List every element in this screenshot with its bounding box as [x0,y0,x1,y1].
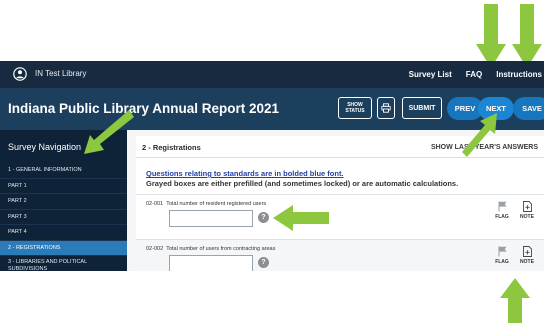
question-text: Total number of resident registered user… [166,201,267,207]
sidebar-item-part-1[interactable]: PART 1 [0,179,127,194]
annotation-arrow-icon [476,4,506,68]
question-code: 02-002 [146,246,164,252]
print-button[interactable] [377,97,395,119]
resident-registered-users-input[interactable] [169,210,253,227]
top-bar: IN Test Library Survey List FAQ Instruct… [0,61,544,88]
show-status-button[interactable]: SHOW STATUS [338,97,372,119]
sidebar-item-part-2[interactable]: PART 2 [0,194,127,210]
sidebar-item-part-3[interactable]: PART 3 [0,210,127,225]
library-name: IN Test Library [35,69,87,78]
note-button[interactable]: NOTE [519,201,535,220]
top-links: Survey List FAQ Instructions [409,61,544,88]
note-add-icon [522,246,532,257]
section-title: 2 - Registrations [142,143,201,152]
annotation-arrow-icon [500,278,530,323]
instructions-link[interactable]: Instructions [496,70,542,79]
submit-button[interactable]: SUBMIT [402,97,442,119]
sidebar-item-registrations[interactable]: 2 - REGISTRATIONS [0,240,127,256]
help-icon[interactable]: ? [258,212,269,223]
sidebar-item-part-4[interactable]: PART 4 [0,225,127,241]
user-circle-icon[interactable] [13,67,27,81]
flag-icon [498,246,506,257]
question-code: 02-001 [146,201,164,207]
note-button[interactable]: NOTE [519,246,535,265]
annotation-arrow-icon [512,4,542,68]
annotation-arrow-icon [273,205,329,231]
flag-icon [498,201,506,212]
contracting-area-users-input[interactable] [169,255,253,271]
note-add-icon [522,201,532,212]
flag-button[interactable]: FLAG [494,201,510,220]
standards-note: Questions relating to standards are in b… [146,169,344,178]
save-button[interactable]: SAVE [513,97,544,120]
flag-label: FLAG [495,214,509,220]
question-label: 02-001 Total number of resident register… [146,201,266,207]
survey-app: IN Test Library Survey List FAQ Instruct… [0,61,544,271]
help-icon[interactable]: ? [258,257,269,268]
note-label: NOTE [520,214,534,220]
question-row: 02-002 Total number of users from contra… [136,239,544,271]
survey-list-link[interactable]: Survey List [409,70,452,79]
flag-label: FLAG [495,259,509,265]
flag-button[interactable]: FLAG [494,246,510,265]
sidebar-list: 1 - GENERAL INFORMATION PART 1 PART 2 PA… [0,163,127,271]
report-title: Indiana Public Library Annual Report 202… [8,101,280,116]
question-label: 02-002 Total number of users from contra… [146,246,275,252]
question-row: 02-001 Total number of resident register… [136,194,544,238]
grayed-boxes-note: Grayed boxes are either prefilled (and s… [146,179,459,188]
annotation-arrow-icon [84,110,134,154]
note-label: NOTE [520,259,534,265]
sidebar-item-libraries-political-subdivisions[interactable]: 3 - LIBRARIES AND POLITICAL SUBDIVISIONS [0,256,127,271]
print-icon [381,103,391,113]
sidebar-item-general-information[interactable]: 1 - GENERAL INFORMATION [0,163,127,179]
question-text: Total number of users from contracting a… [166,246,276,252]
faq-link[interactable]: FAQ [466,70,482,79]
annotation-arrow-icon [462,113,497,157]
sidebar-title: Survey Navigation [8,142,82,152]
